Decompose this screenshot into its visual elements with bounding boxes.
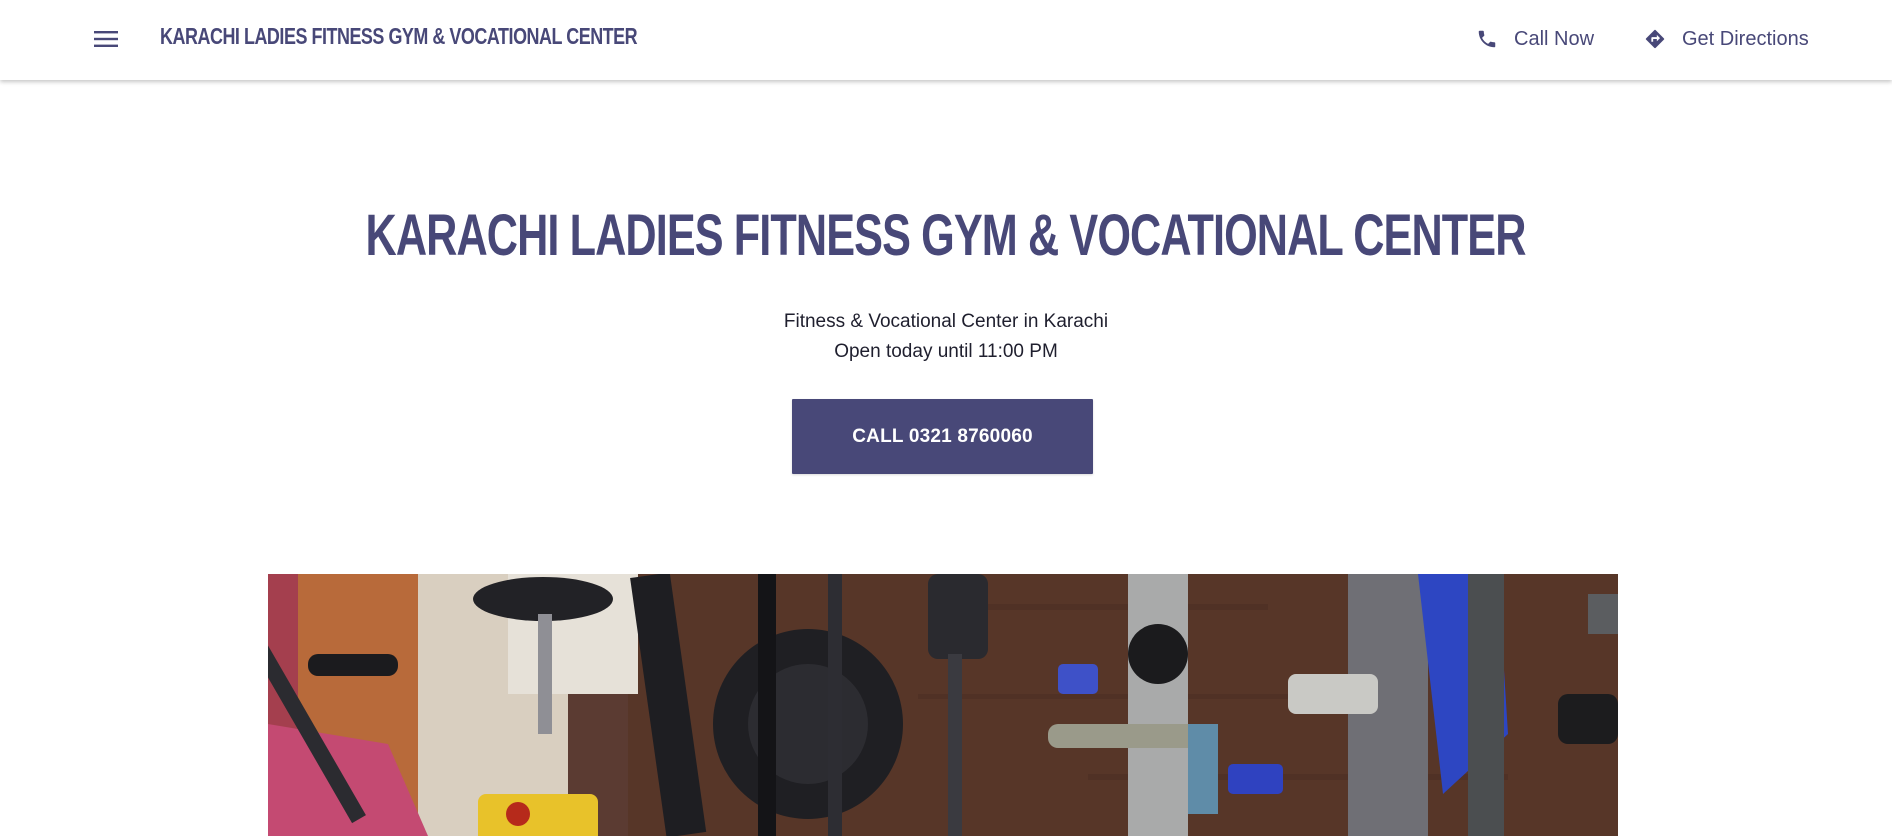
get-directions-label: Get Directions bbox=[1682, 27, 1809, 50]
site-brand-title[interactable]: KARACHI LADIES FITNESS GYM & VOCATIONAL … bbox=[160, 23, 638, 50]
menu-button[interactable] bbox=[86, 24, 126, 54]
hero-title: KARACHI LADIES FITNESS GYM & VOCATIONAL … bbox=[0, 202, 1892, 269]
hamburger-menu-icon bbox=[94, 30, 118, 48]
hero-title-text: KARACHI LADIES FITNESS GYM & VOCATIONAL … bbox=[365, 203, 1527, 268]
hero-subtitle: Fitness & Vocational Center in Karachi bbox=[783, 311, 1109, 332]
get-directions-link[interactable]: Get Directions bbox=[1644, 24, 1809, 54]
call-now-label: Call Now bbox=[1514, 27, 1595, 50]
phone-icon bbox=[1476, 28, 1498, 50]
top-app-bar: KARACHI LADIES FITNESS GYM & VOCATIONAL … bbox=[0, 0, 1892, 80]
opening-hours: Open today until 11:00 PM bbox=[834, 341, 1058, 362]
gym-equipment-photo bbox=[268, 574, 1618, 836]
directions-diamond-icon bbox=[1644, 28, 1666, 50]
call-phone-button[interactable]: CALL 0321 8760060 bbox=[792, 399, 1093, 474]
call-now-link[interactable]: Call Now bbox=[1476, 24, 1594, 54]
